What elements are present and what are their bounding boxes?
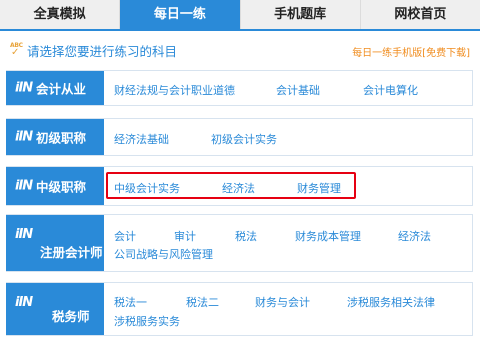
- category-icon: iIN: [15, 295, 33, 310]
- selection-highlight-box: [106, 172, 356, 199]
- prompt-text: 请选择您要进行练习的科目: [27, 43, 178, 59]
- category-icon: iIN: [15, 178, 33, 194]
- top-tab-bar: 全真模拟 每日一练 手机题库 网校首页: [0, 0, 480, 31]
- abc-check-icon: ABC ✓: [10, 42, 23, 58]
- category-label: 初级职称: [36, 130, 87, 146]
- subject-link[interactable]: 财务与会计: [255, 294, 310, 310]
- category-row: iIN 注册会计师 会计 审计 税法 财务成本管理 经济法 公司战略与风险管理: [6, 214, 473, 272]
- category-header: iIN 会计从业: [6, 71, 104, 105]
- category-label: 注册会计师: [40, 245, 103, 260]
- subject-link[interactable]: 会计: [114, 228, 136, 244]
- subject-link[interactable]: 税法一: [114, 294, 147, 310]
- subject-link[interactable]: 经济法: [398, 228, 431, 244]
- subject-link[interactable]: 财务成本管理: [295, 228, 361, 244]
- category-label: 中级职称: [36, 179, 87, 195]
- subject-link[interactable]: 税法二: [186, 294, 219, 310]
- category-header: iIN 税务师: [6, 283, 104, 335]
- category-icon: iIN: [15, 227, 33, 242]
- tab-daily-practice[interactable]: 每日一练: [120, 0, 241, 29]
- category-icon: iIN: [15, 80, 33, 96]
- category-icon: iIN: [15, 129, 33, 145]
- subject-link[interactable]: 会计基础: [276, 82, 320, 98]
- tab-mobile-question-bank[interactable]: 手机题库: [241, 0, 361, 29]
- subject-link[interactable]: 审计: [174, 228, 196, 244]
- subject-link[interactable]: 涉税服务实务: [114, 313, 180, 329]
- category-row: iIN 初级职称 经济法基础 初级会计实务: [6, 118, 473, 156]
- category-label: 会计从业: [36, 81, 87, 97]
- subject-link[interactable]: 会计电算化: [363, 82, 418, 98]
- subject-link[interactable]: 涉税服务相关法律: [347, 294, 435, 310]
- category-header: iIN 初级职称: [6, 119, 104, 155]
- subject-link[interactable]: 税法: [235, 228, 257, 244]
- subject-link[interactable]: 财经法规与会计职业道德: [114, 82, 235, 98]
- category-row: iIN 会计从业 财经法规与会计职业道德 会计基础 会计电算化: [6, 70, 473, 106]
- subject-link[interactable]: 初级会计实务: [211, 131, 277, 147]
- tab-school-home[interactable]: 网校首页: [361, 0, 480, 29]
- subject-link[interactable]: 公司战略与风险管理: [114, 246, 213, 262]
- category-header: iIN 注册会计师: [6, 215, 104, 271]
- prompt-row: ABC ✓ 请选择您要进行练习的科目: [10, 40, 177, 60]
- category-row: iIN 税务师 税法一 税法二 财务与会计 涉税服务相关法律 涉税服务实务: [6, 282, 473, 336]
- category-header: iIN 中级职称: [6, 167, 104, 205]
- tab-mock-exam[interactable]: 全真模拟: [0, 0, 121, 29]
- mobile-download-link[interactable]: 每日一练手机版[免费下载]: [352, 44, 470, 59]
- category-label: 税务师: [52, 309, 90, 324]
- subject-link[interactable]: 经济法基础: [114, 131, 169, 147]
